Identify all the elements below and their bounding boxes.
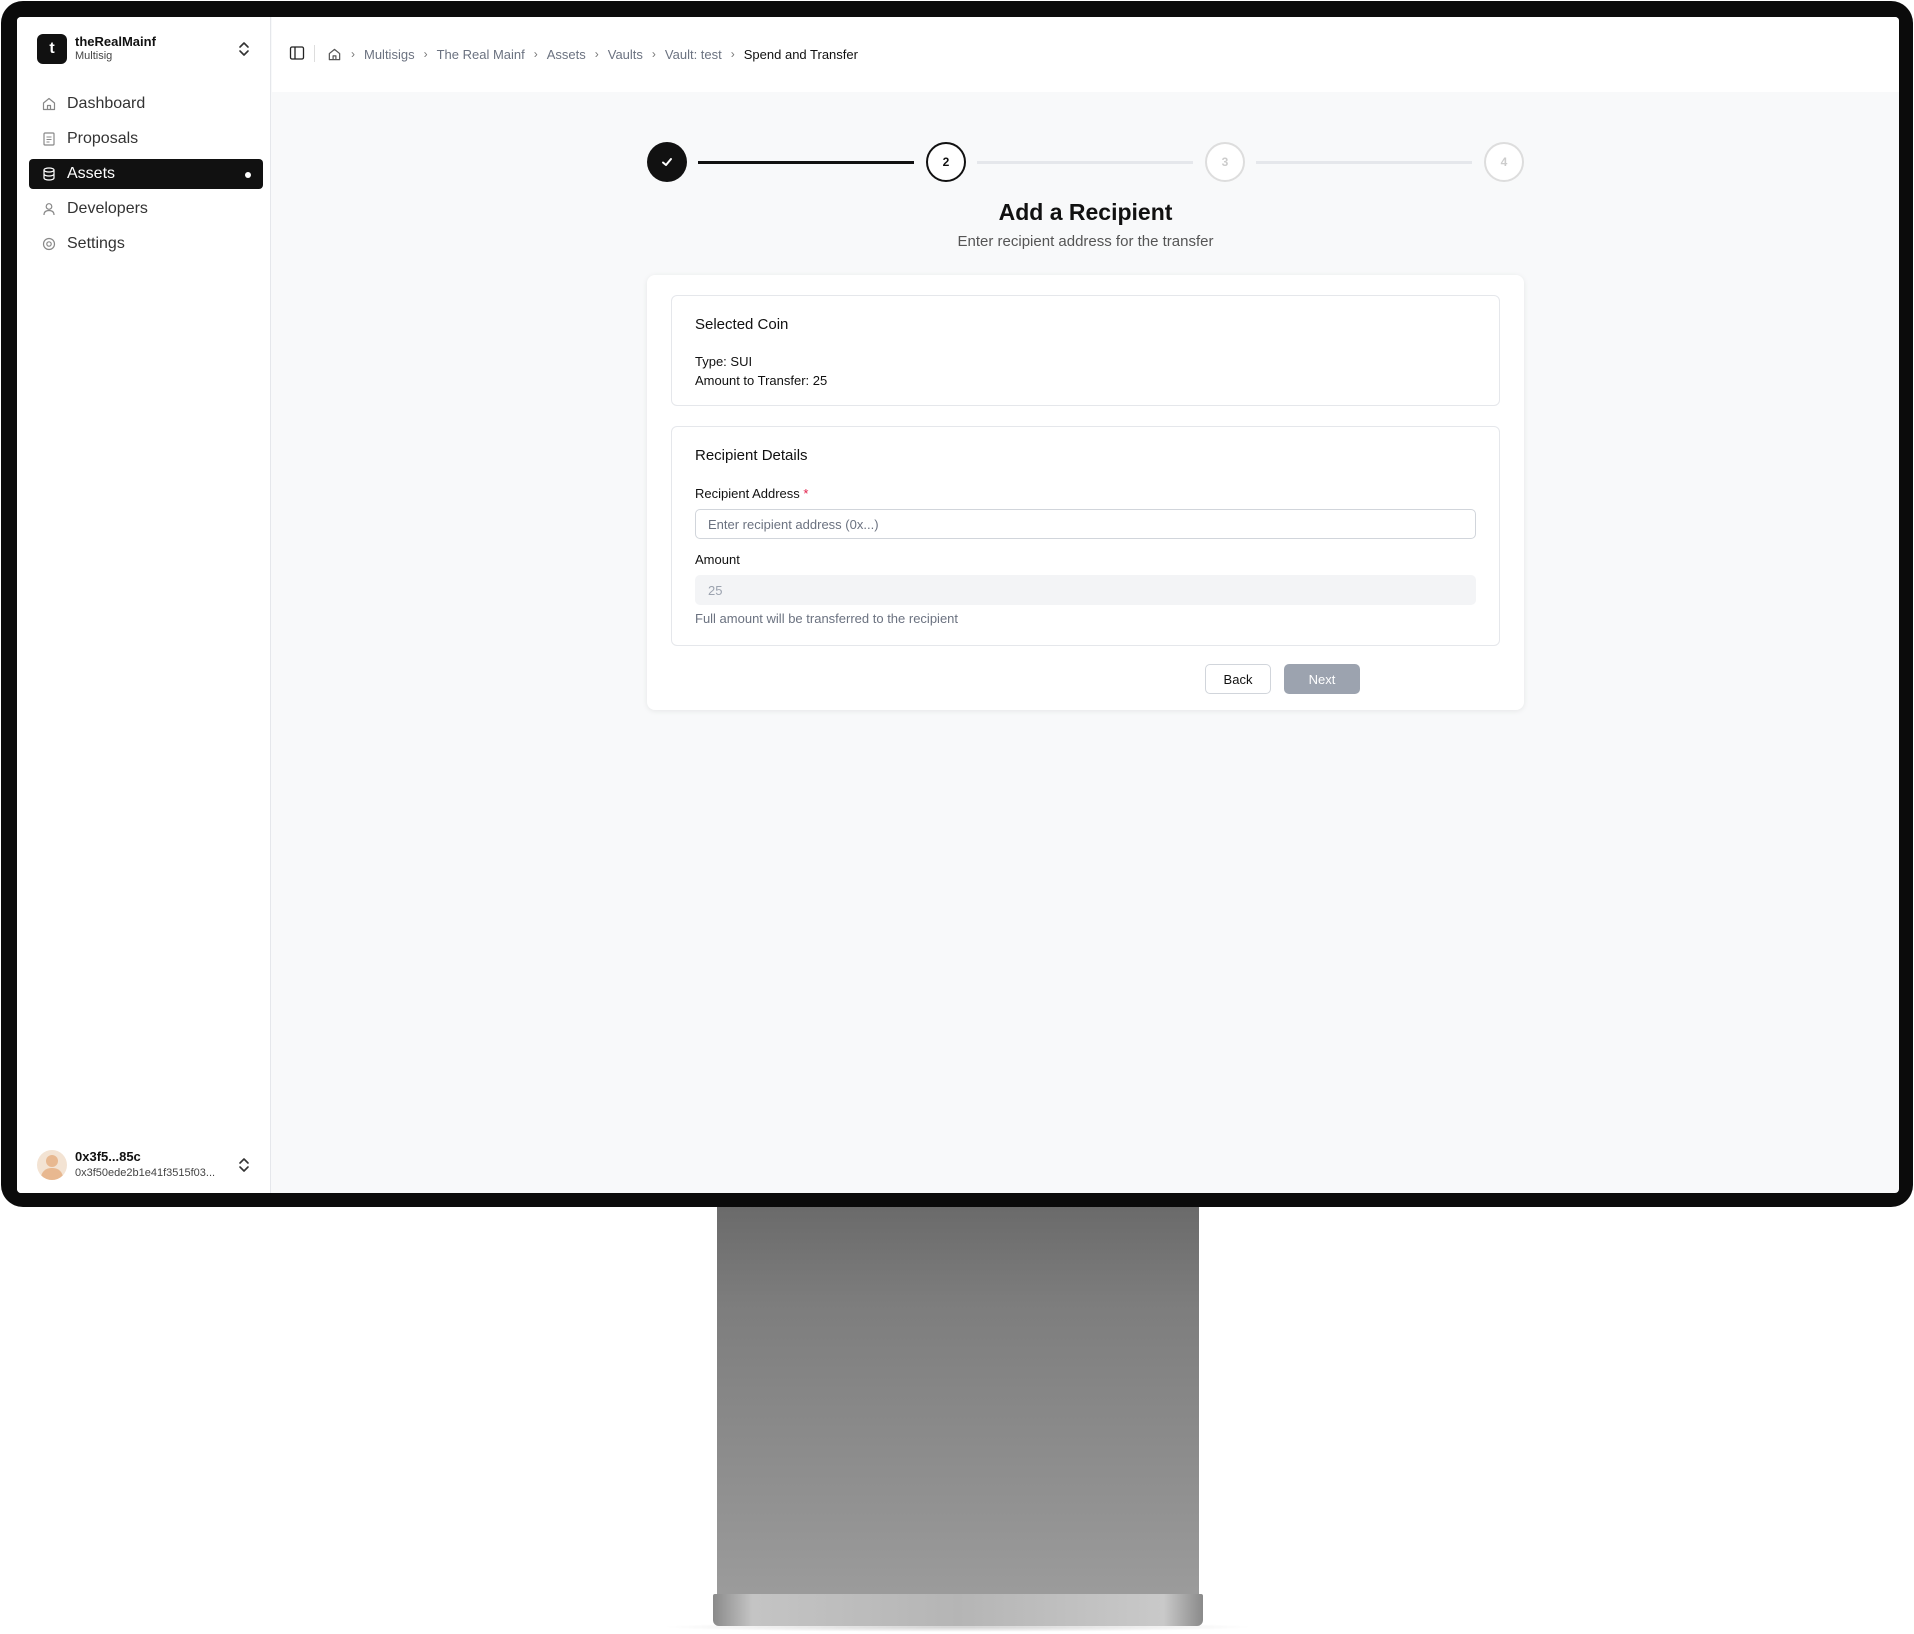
breadcrumb-current: Spend and Transfer	[743, 46, 858, 62]
sidebar-item-proposals[interactable]: Proposals	[29, 124, 263, 154]
recipient-address-input[interactable]	[695, 509, 1476, 539]
step-4: 4	[1484, 142, 1524, 182]
breadcrumb-vaults[interactable]: Vaults	[608, 47, 643, 62]
chevron-right-icon: ›	[351, 47, 355, 61]
breadcrumb-assets[interactable]: Assets	[547, 47, 586, 62]
next-button[interactable]: Next	[1284, 664, 1360, 694]
step-3: 3	[1205, 142, 1245, 182]
org-name: theRealMainf	[75, 34, 156, 49]
breadcrumb-org[interactable]: The Real Mainf	[437, 47, 525, 62]
sidebar-item-label: Developers	[67, 200, 148, 217]
chevron-up-down-icon[interactable]	[237, 39, 251, 59]
monitor-stand	[717, 1205, 1199, 1600]
amount-label: Amount	[695, 552, 740, 567]
chevron-right-icon: ›	[533, 47, 538, 61]
section-title: Recipient Details	[695, 447, 808, 464]
user-text: 0x3f5...85c 0x3f50ede2b1e41f3515f03...	[75, 1149, 215, 1181]
document-icon	[43, 132, 55, 146]
selected-coin-section: Selected Coin Type: SUI Amount to Transf…	[671, 295, 1500, 406]
sidebar: t theRealMainf Multisig Dashboard Propos…	[17, 17, 271, 1193]
sidebar-nav: Dashboard Proposals Assets Developers Se…	[29, 89, 263, 264]
page-title: Add a Recipient	[998, 199, 1173, 225]
breadcrumb-vault[interactable]: Vault: test	[665, 47, 722, 62]
divider	[314, 45, 315, 62]
chevron-up-down-icon[interactable]	[237, 1155, 251, 1175]
sidebar-item-developers[interactable]: Developers	[29, 194, 263, 224]
chevron-right-icon: ›	[730, 47, 735, 61]
org-text: theRealMainf Multisig	[75, 34, 156, 64]
user-icon	[43, 203, 55, 216]
step-connector	[1256, 161, 1472, 164]
monitor-stand-base	[713, 1594, 1203, 1626]
sidebar-item-label: Settings	[67, 235, 125, 252]
sidebar-toggle-icon[interactable]	[289, 45, 305, 61]
monitor-frame: t theRealMainf Multisig Dashboard Propos…	[0, 0, 1914, 1634]
step-1-complete	[647, 142, 687, 182]
user-full-address: 0x3f50ede2b1e41f3515f03...	[75, 1167, 216, 1179]
user-short-address: 0x3f5...85c	[75, 1149, 141, 1164]
screen: t theRealMainf Multisig Dashboard Propos…	[17, 17, 1899, 1193]
label-text: Recipient Address	[695, 486, 800, 501]
avatar	[37, 1150, 67, 1180]
step-connector	[977, 161, 1193, 164]
required-mark: *	[803, 486, 809, 501]
home-icon	[42, 97, 56, 111]
check-icon	[662, 158, 672, 166]
database-icon	[43, 167, 55, 181]
step-connector	[698, 161, 914, 164]
sidebar-item-dashboard[interactable]: Dashboard	[29, 89, 263, 119]
chevron-right-icon: ›	[594, 47, 599, 61]
sidebar-item-settings[interactable]: Settings	[29, 229, 263, 259]
amount-field: 25	[695, 575, 1476, 605]
recipient-details-section: Recipient Details Recipient Address * Am…	[671, 426, 1500, 646]
transfer-card: Selected Coin Type: SUI Amount to Transf…	[647, 275, 1524, 710]
org-avatar: t	[37, 34, 67, 64]
home-icon[interactable]	[327, 47, 342, 62]
sidebar-item-label: Dashboard	[67, 95, 146, 112]
sidebar-item-assets[interactable]: Assets	[29, 159, 263, 189]
back-button[interactable]: Back	[1205, 664, 1271, 694]
section-title: Selected Coin	[695, 316, 789, 333]
recipient-address-label: Recipient Address *	[695, 486, 808, 501]
org-switcher[interactable]: t theRealMainf Multisig	[29, 29, 259, 69]
amount-hint: Full amount will be transferred to the r…	[695, 611, 959, 626]
coin-type: Type: SUI	[695, 354, 753, 369]
breadcrumb: › Multisigs › The Real Mainf › Assets › …	[327, 44, 858, 64]
chevron-right-icon: ›	[423, 47, 428, 61]
user-switcher[interactable]: 0x3f5...85c 0x3f50ede2b1e41f3515f03...	[29, 1145, 259, 1185]
coin-amount: Amount to Transfer: 25	[695, 373, 828, 388]
org-type: Multisig	[75, 50, 113, 62]
sidebar-item-label: Assets	[67, 165, 116, 182]
active-indicator-dot	[245, 172, 251, 178]
step-2-current: 2	[926, 142, 966, 182]
chevron-right-icon: ›	[651, 47, 656, 61]
top-bar: › Multisigs › The Real Mainf › Assets › …	[272, 17, 1899, 92]
monitor-bezel: t theRealMainf Multisig Dashboard Propos…	[1, 1, 1913, 1207]
settings-icon	[42, 237, 56, 251]
sidebar-item-label: Proposals	[67, 130, 139, 147]
page-subtitle: Enter recipient address for the transfer	[957, 233, 1214, 250]
breadcrumb-multisigs[interactable]: Multisigs	[364, 47, 415, 62]
